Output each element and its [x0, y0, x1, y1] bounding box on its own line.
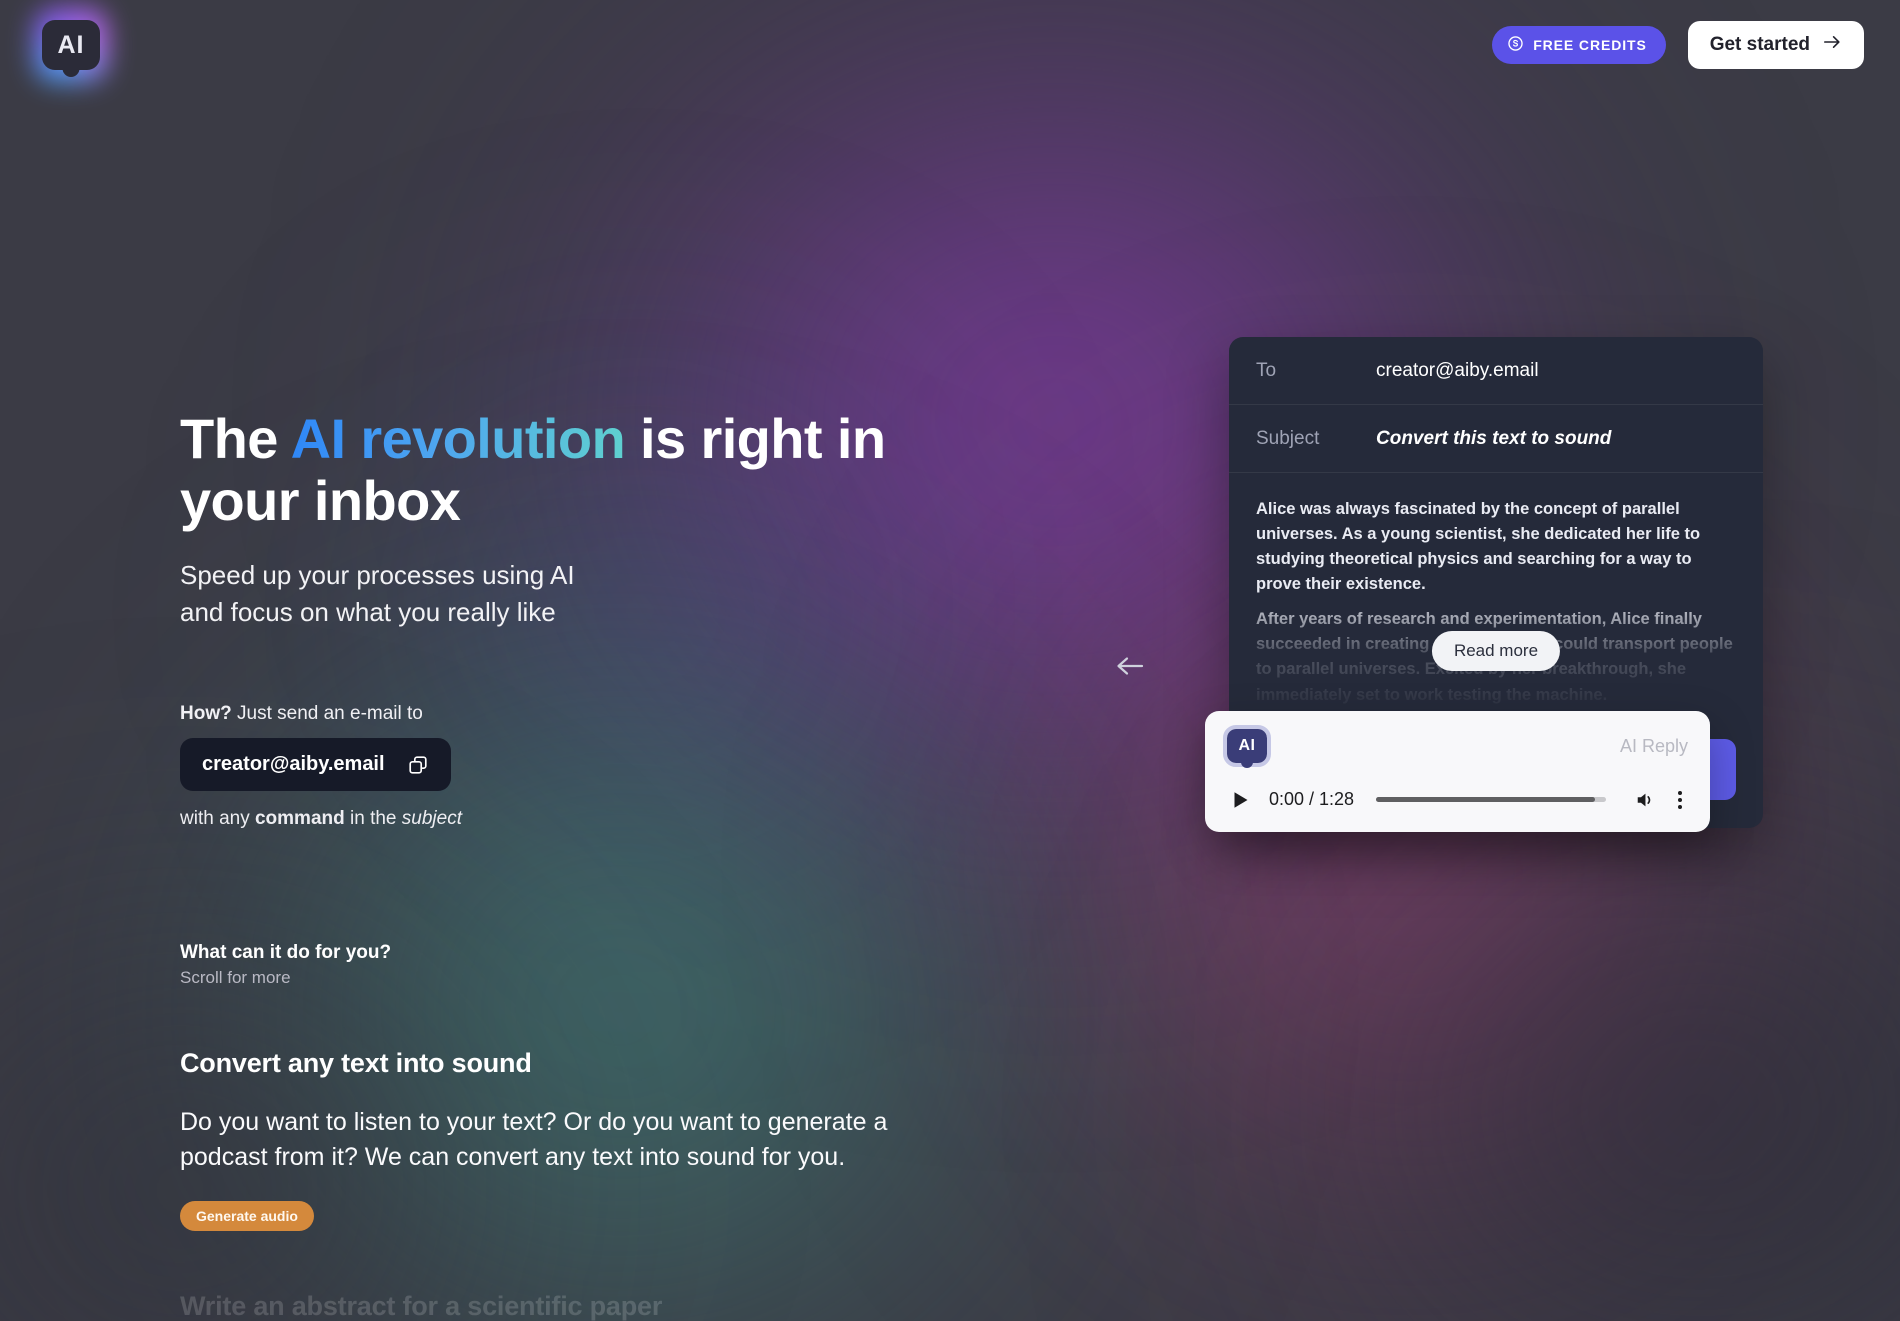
- what-can-it-do-title: What can it do for you?: [180, 942, 392, 963]
- coin-icon: [1507, 35, 1524, 55]
- header-actions: FREE CREDITS Get started: [1492, 21, 1864, 69]
- free-credits-label: FREE CREDITS: [1533, 37, 1647, 53]
- email-address-text: creator@aiby.email: [202, 753, 385, 775]
- subject-instruction: with any command in the subject: [180, 808, 1000, 830]
- ai-badge-icon: AI: [1223, 725, 1271, 767]
- hero-subtitle-line-2: and focus on what you really like: [180, 597, 556, 628]
- audio-progress-slider[interactable]: [1376, 797, 1606, 802]
- subject-mid: in the: [344, 808, 402, 829]
- get-started-button[interactable]: Get started: [1687, 21, 1864, 69]
- generate-audio-badge[interactable]: Generate audio: [180, 1201, 314, 1231]
- subject-italic: subject: [401, 808, 462, 829]
- audio-time-display: 0:00 / 1:28: [1269, 789, 1355, 809]
- feature-title: Convert any text into sound: [180, 1048, 532, 1078]
- feature-description: Do you want to listen to your text? Or d…: [180, 1108, 888, 1171]
- email-body-paragraph: Alice was always fascinated by the conce…: [1256, 500, 1701, 594]
- hero-subtitle-line-1: Speed up your processes using AI: [180, 560, 575, 591]
- dot-menu-glyph: [1678, 790, 1682, 809]
- get-started-label: Get started: [1709, 34, 1810, 55]
- page-title: The AI revolution is right in your inbox: [180, 408, 1000, 531]
- play-icon[interactable]: [1227, 791, 1259, 809]
- audio-progress-fill: [1376, 797, 1595, 802]
- how-line: How? Just send an e-mail to: [180, 703, 1000, 725]
- email-copy-chip[interactable]: creator@aiby.email: [180, 738, 451, 791]
- scroll-hint: Scroll for more: [180, 968, 291, 987]
- ai-reply-header: AI AI Reply: [1223, 725, 1688, 767]
- email-subject-value: Convert this text to sound: [1376, 427, 1612, 449]
- email-to-value: creator@aiby.email: [1376, 359, 1539, 381]
- email-subject-label: Subject: [1256, 427, 1320, 449]
- hero-title-accent: AI revolution: [290, 407, 626, 470]
- audio-player[interactable]: 0:00 / 1:28: [1227, 789, 1688, 810]
- volume-icon[interactable]: [1628, 790, 1662, 810]
- ai-reply-label: AI Reply: [1619, 735, 1688, 756]
- arrow-right-icon: [1822, 34, 1842, 56]
- feature-block: Convert any text into sound Do you want …: [180, 1048, 1000, 1231]
- logo-badge-text: AI: [42, 20, 100, 70]
- arrow-left-icon: [1115, 655, 1145, 680]
- email-to-label: To: [1256, 359, 1277, 381]
- what-can-it-do-block: What can it do for you? Scroll for more: [180, 942, 1000, 988]
- email-row-to: To creator@aiby.email: [1229, 337, 1763, 405]
- email-row-subject: Subject Convert this text to sound: [1229, 405, 1763, 473]
- carousel-prev-button[interactable]: [1108, 645, 1152, 689]
- hero-section: The AI revolution is right in your inbox…: [180, 408, 1000, 1321]
- how-label: How?: [180, 703, 232, 724]
- hero-subtitle: Speed up your processes using AI and foc…: [180, 557, 1000, 631]
- copy-icon[interactable]: [407, 754, 429, 776]
- ai-reply-card: AI AI Reply 0:00 / 1:28: [1205, 711, 1710, 832]
- email-body: Alice was always fascinated by the conce…: [1229, 473, 1763, 719]
- subject-bold: command: [254, 808, 345, 829]
- next-feature-title: Write an abstract for a scientific paper: [180, 1291, 663, 1321]
- site-header: AI FREE CREDITS Get started: [0, 0, 1900, 90]
- how-text: Just send an e-mail to: [231, 703, 423, 724]
- more-vertical-icon[interactable]: [1662, 790, 1688, 809]
- free-credits-button[interactable]: FREE CREDITS: [1492, 26, 1666, 64]
- hero-title-lead: The: [180, 407, 291, 470]
- app-logo[interactable]: AI: [34, 8, 108, 82]
- how-it-works-block: How? Just send an e-mail to creator@aiby…: [180, 703, 1000, 830]
- subject-prefix: with any: [180, 808, 255, 829]
- read-more-button[interactable]: Read more: [1431, 631, 1561, 671]
